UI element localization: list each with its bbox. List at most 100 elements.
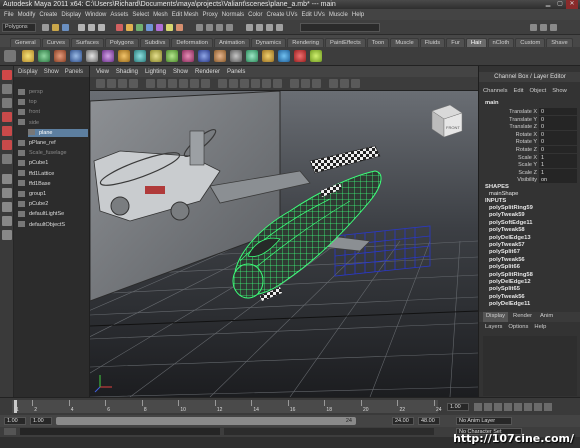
- menu-edit-uvs[interactable]: Edit UVs: [302, 12, 325, 18]
- menu-proxy[interactable]: Proxy: [202, 12, 217, 18]
- mask-dynamics-icon[interactable]: [166, 24, 173, 31]
- layer-tab-display[interactable]: Display: [483, 312, 509, 322]
- xray-joints-icon[interactable]: [301, 79, 310, 88]
- outliner-menu-panels[interactable]: Panels: [65, 69, 83, 75]
- shelf-tab[interactable]: Polygons: [104, 38, 139, 47]
- rotate-tool-icon[interactable]: [2, 126, 12, 136]
- layer-menu-layers[interactable]: Layers: [485, 324, 502, 330]
- select-camera-icon[interactable]: [96, 79, 105, 88]
- animation-start-field[interactable]: 1.00: [4, 417, 26, 425]
- close-icon[interactable]: ✕: [566, 0, 578, 9]
- show-tool-settings-icon[interactable]: [540, 24, 547, 31]
- hair-collide-icon[interactable]: [134, 50, 146, 62]
- hair-system-icon[interactable]: [166, 50, 178, 62]
- perspective-viewport[interactable]: FRONT: [90, 91, 478, 397]
- outliner-item[interactable]: group1: [18, 190, 46, 198]
- hair-paint-icon[interactable]: [54, 50, 66, 62]
- outliner-item[interactable]: persp: [18, 88, 43, 96]
- mel-python-toggle[interactable]: [4, 428, 16, 435]
- outliner-item[interactable]: pCube2: [18, 200, 48, 208]
- viewport-menu-show[interactable]: Show: [173, 69, 188, 75]
- attribute-value[interactable]: on: [539, 176, 577, 184]
- bookmarks-icon[interactable]: [118, 79, 127, 88]
- outliner-item[interactable]: Scale_fuselage: [18, 149, 67, 157]
- smooth-shade-icon[interactable]: [229, 79, 238, 88]
- render-frame-icon[interactable]: [256, 24, 263, 31]
- hair-create-icon[interactable]: [22, 50, 34, 62]
- select-object-icon[interactable]: [88, 24, 95, 31]
- hair-display-icon[interactable]: [198, 50, 210, 62]
- shelf-tab[interactable]: Fur: [446, 38, 465, 47]
- scale-tool-icon[interactable]: [2, 140, 12, 150]
- hair-dynamic-icon[interactable]: [38, 50, 50, 62]
- input-history-node[interactable]: polyDelEdge13: [489, 235, 531, 242]
- gate-mask-icon[interactable]: [179, 79, 188, 88]
- layer-tab-anim[interactable]: Anim: [537, 312, 556, 322]
- menu-edit-mesh[interactable]: Edit Mesh: [172, 12, 199, 18]
- move-tool-icon[interactable]: [2, 112, 12, 122]
- input-history-node[interactable]: polyTweak57: [489, 242, 525, 249]
- hair-rest-icon[interactable]: [86, 50, 98, 62]
- command-input[interactable]: [20, 428, 220, 435]
- safe-action-icon[interactable]: [201, 79, 210, 88]
- viewport-menu-shading[interactable]: Shading: [116, 69, 138, 75]
- menu-mesh[interactable]: Mesh: [153, 12, 168, 18]
- outliner-menu-display[interactable]: Display: [18, 69, 38, 75]
- channel-menu-channels[interactable]: Channels: [483, 88, 508, 94]
- shelf-tab[interactable]: Deformation: [171, 38, 213, 47]
- shelf-tab[interactable]: Shave: [546, 38, 573, 47]
- lasso-tool-icon[interactable]: [2, 84, 12, 94]
- attribute-value[interactable]: 0: [539, 146, 577, 153]
- attribute-value[interactable]: 1: [539, 153, 577, 161]
- history-icon[interactable]: [246, 24, 253, 31]
- animation-end-field[interactable]: 48.00: [418, 417, 440, 425]
- layer-menu-options[interactable]: Options: [508, 324, 528, 330]
- menu-display[interactable]: Display: [61, 12, 81, 18]
- select-tool-icon[interactable]: [2, 70, 12, 80]
- mask-rendering-icon[interactable]: [176, 24, 183, 31]
- image-plane-icon[interactable]: [129, 79, 138, 88]
- snap-grid-icon[interactable]: [196, 24, 203, 31]
- xray-icon[interactable]: [290, 79, 299, 88]
- menu-window[interactable]: Window: [85, 12, 106, 18]
- hair-transplant-icon[interactable]: [230, 50, 242, 62]
- input-history-node[interactable]: polyTweak59: [489, 212, 525, 219]
- input-history-node[interactable]: polyTweak56: [489, 294, 525, 301]
- isolate-select-icon[interactable]: [312, 79, 321, 88]
- textured-icon[interactable]: [251, 79, 260, 88]
- select-hierarchy-icon[interactable]: [78, 24, 85, 31]
- persp-outliner-layout-icon[interactable]: [2, 202, 12, 212]
- range-slider-bar[interactable]: 24: [56, 417, 356, 425]
- hair-cache-icon[interactable]: [150, 50, 162, 62]
- play-forwards-icon[interactable]: [514, 403, 522, 411]
- menu-set-dropdown[interactable]: Polygons: [2, 23, 36, 32]
- attribute-value[interactable]: 0: [539, 130, 577, 138]
- hair-curve-icon[interactable]: [70, 50, 82, 62]
- shelf-tab[interactable]: Rendering: [287, 38, 324, 47]
- camera-attributes-icon[interactable]: [107, 79, 116, 88]
- viewport-menu-panels[interactable]: Panels: [227, 69, 245, 75]
- hair-convert-icon[interactable]: [278, 50, 290, 62]
- shelf-tab[interactable]: nCloth: [487, 38, 515, 47]
- single-perspective-layout-icon[interactable]: [2, 174, 12, 184]
- shelf-tab[interactable]: Curves: [41, 38, 70, 47]
- current-frame-field[interactable]: 1.00: [447, 403, 469, 411]
- snap-point-icon[interactable]: [216, 24, 223, 31]
- hair-start-icon[interactable]: [102, 50, 114, 62]
- shelf-tab[interactable]: Surfaces: [71, 38, 104, 47]
- mask-joints-icon[interactable]: [126, 24, 133, 31]
- channel-menu-object[interactable]: Object: [530, 88, 547, 94]
- shelf-tab-active[interactable]: Hair: [465, 38, 487, 47]
- go-to-end-icon[interactable]: [544, 403, 552, 411]
- shelf-tab[interactable]: PaintEffects: [324, 38, 366, 47]
- shelf-tab[interactable]: Animation: [213, 38, 250, 47]
- current-time-marker[interactable]: [14, 400, 17, 413]
- hair-constraint-icon[interactable]: [118, 50, 130, 62]
- input-history-node[interactable]: polyDelEdge11: [489, 301, 530, 308]
- attribute-value[interactable]: 1: [539, 161, 577, 169]
- shadows-icon[interactable]: [273, 79, 282, 88]
- channel-object-name[interactable]: main: [485, 100, 499, 107]
- mask-handles-icon[interactable]: [116, 24, 123, 31]
- select-component-icon[interactable]: [98, 24, 105, 31]
- resolution-gate-icon[interactable]: [168, 79, 177, 88]
